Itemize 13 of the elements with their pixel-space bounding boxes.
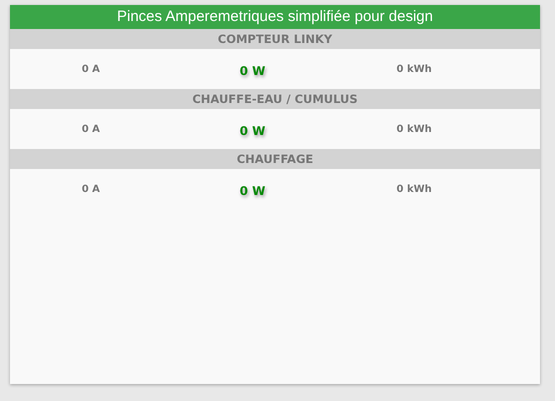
widget-title: Pinces Amperemetriques simplifiée pour design xyxy=(10,5,540,29)
section-header: CHAUFFAGE xyxy=(10,149,540,169)
current-value: 0 A xyxy=(82,64,100,74)
section-header: COMPTEUR LINKY xyxy=(10,29,540,49)
power-value: 0 W xyxy=(240,184,266,198)
current-value: 0 A xyxy=(82,184,100,194)
energy-value: 0 kWh xyxy=(396,184,432,194)
power-value: 0 W xyxy=(240,64,266,78)
current-value: 0 A xyxy=(82,124,100,134)
energy-value: 0 kWh xyxy=(396,124,432,134)
section-header: CHAUFFE-EAU / CUMULUS xyxy=(10,89,540,109)
energy-value: 0 kWh xyxy=(396,64,432,74)
power-value: 0 W xyxy=(240,124,266,138)
